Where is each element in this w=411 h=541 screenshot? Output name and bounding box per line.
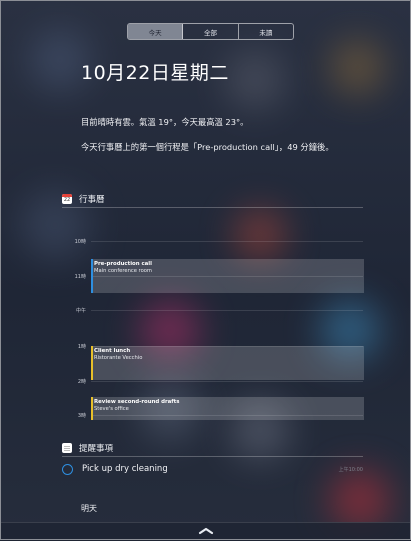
next-event-summary: 今天行事曆上的第一個行程是「Pre-production call」，49 分鐘…: [81, 142, 334, 152]
tomorrow-label: 明天: [81, 504, 97, 513]
event-title: Client lunch: [94, 348, 131, 354]
chevron-up-icon[interactable]: [198, 527, 214, 535]
event-location: Ristorante Vecchio: [94, 355, 143, 361]
hour-gridline: [91, 310, 363, 311]
hour-label: 2時: [77, 379, 86, 385]
hour-label: 1時: [77, 344, 86, 350]
reminders-icon: [62, 443, 72, 453]
event-location: Main conference room: [94, 268, 152, 274]
calendar-icon: 22: [62, 194, 72, 204]
calendar-event[interactable]: Client lunch Ristorante Vecchio: [91, 346, 364, 380]
event-location: Steve's office: [94, 406, 129, 412]
calendar-event[interactable]: Pre-production call Main conference room: [91, 259, 364, 293]
reminder-checkbox[interactable]: [62, 463, 73, 475]
calendar-section-header[interactable]: 22 行事曆: [62, 193, 105, 205]
weather-summary: 目前晴時有雲。氣溫 19°，今天最高溫 23°。: [81, 117, 249, 127]
calendar-divider: [62, 207, 363, 208]
tab-today[interactable]: 今天: [128, 24, 184, 39]
reminders-divider: [62, 456, 363, 457]
reminder-text[interactable]: Pick up dry cleaning: [82, 464, 168, 474]
hour-label: 3時: [77, 413, 86, 419]
hour-gridline: [91, 241, 363, 242]
reminder-time: 上午10:00: [338, 466, 363, 473]
hour-label: 10時: [74, 239, 86, 245]
view-segmented-control: 今天 全部 未讀: [127, 23, 294, 40]
tab-missed[interactable]: 未讀: [239, 24, 293, 39]
event-title: Pre-production call: [94, 261, 152, 267]
calendar-event[interactable]: Review second-round drafts Steve's offic…: [91, 397, 364, 420]
event-title: Review second-round drafts: [94, 399, 180, 405]
hour-label: 11時: [74, 274, 86, 280]
hour-label: 中午: [75, 308, 86, 314]
page-title: 10月22日星期二: [81, 62, 229, 84]
reminder-item: Pick up dry cleaning 上午10:00: [62, 461, 363, 477]
reminders-section-header[interactable]: 提醒事項: [62, 442, 113, 454]
reminders-section-title: 提醒事項: [79, 444, 114, 454]
tab-all[interactable]: 全部: [183, 24, 239, 39]
calendar-section-title: 行事曆: [79, 195, 105, 205]
hour-gridline: [91, 381, 363, 382]
